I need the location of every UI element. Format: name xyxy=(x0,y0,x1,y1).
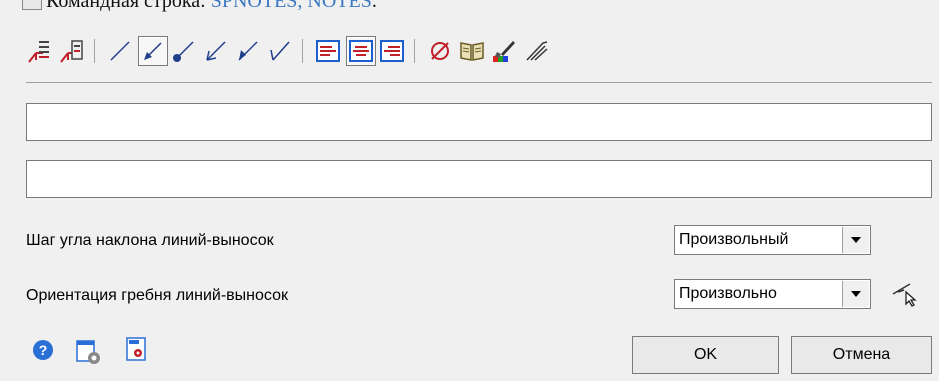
ok-button[interactable]: OK xyxy=(632,336,779,374)
svg-text:?: ? xyxy=(39,342,48,358)
template-icon[interactable] xyxy=(124,336,150,362)
line-no-arrow-icon[interactable] xyxy=(106,37,134,65)
comb-orientation-select[interactable]: Произвольно xyxy=(674,279,871,309)
leader-note-icon[interactable] xyxy=(26,37,54,65)
align-left-icon[interactable] xyxy=(314,37,342,65)
help-icon[interactable]: ? xyxy=(30,337,56,363)
library-book-icon[interactable] xyxy=(458,37,486,65)
cancel-button[interactable]: Отмена xyxy=(791,336,932,374)
diameter-icon[interactable] xyxy=(426,37,454,65)
caption-suffix: . xyxy=(371,0,377,12)
note-line-2-field[interactable] xyxy=(26,160,932,198)
command-line-caption: Командная строка: SPNOTES, NOTES. xyxy=(0,0,939,12)
toolbar-separator xyxy=(414,39,415,63)
comb-orientation-label: Ориентация гребня линий-выносок xyxy=(26,287,288,304)
align-right-icon[interactable] xyxy=(378,37,406,65)
comb-orientation-value: Произвольно xyxy=(679,285,777,302)
toolbar-separator xyxy=(94,39,95,63)
leader-comb-icon[interactable] xyxy=(522,37,550,65)
paint-brush-icon[interactable] xyxy=(490,37,518,65)
line-tick-icon[interactable] xyxy=(266,37,294,65)
note-line-1-input[interactable] xyxy=(27,104,931,140)
checkbox-icon xyxy=(22,0,42,10)
align-center-icon[interactable] xyxy=(346,36,376,66)
angle-step-label: Шаг угла наклона линий-выносок xyxy=(26,232,274,249)
toolbar xyxy=(26,34,926,68)
pick-orientation-icon[interactable] xyxy=(890,280,918,308)
settings-icon[interactable] xyxy=(76,340,102,366)
leader-note-frame-icon[interactable] xyxy=(58,37,86,65)
line-arrow-icon[interactable] xyxy=(138,36,168,66)
line-half-arrow-icon[interactable] xyxy=(234,37,262,65)
toolbar-divider xyxy=(26,82,932,83)
note-line-2-input[interactable] xyxy=(27,161,931,197)
command-link[interactable]: SPNOTES, NOTES xyxy=(211,0,372,12)
angle-step-value: Произвольный xyxy=(679,231,789,248)
chevron-down-icon[interactable] xyxy=(842,227,869,253)
chevron-down-icon[interactable] xyxy=(842,281,869,307)
toolbar-separator xyxy=(302,39,303,63)
note-line-1-field[interactable] xyxy=(26,103,932,141)
line-open-arrow-icon[interactable] xyxy=(202,37,230,65)
caption-prefix: Командная строка: xyxy=(46,0,211,12)
angle-step-select[interactable]: Произвольный xyxy=(674,225,871,255)
line-dot-icon[interactable] xyxy=(170,37,198,65)
